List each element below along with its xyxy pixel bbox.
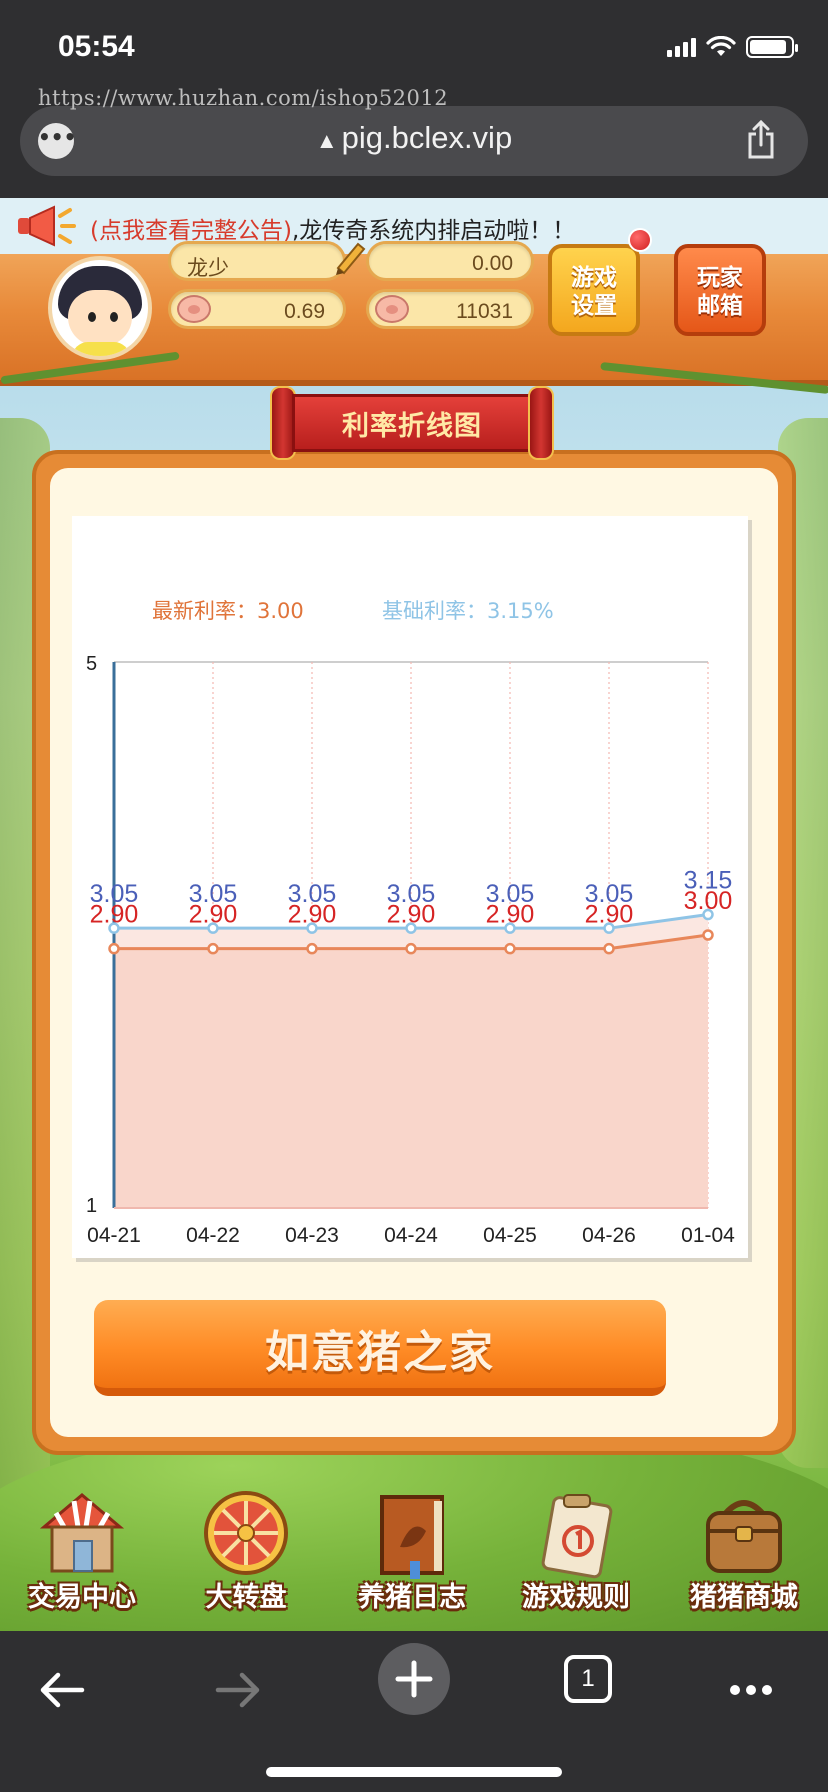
more-menu-icon[interactable] [716,1655,786,1725]
x-tick-label: 04-25 [483,1224,537,1247]
wifi-icon [706,36,736,56]
x-tick-label: 04-26 [582,1224,636,1247]
nav-trading-center-label: 交易中心 [28,1582,136,1613]
forward-icon[interactable] [202,1655,272,1725]
data-label: 3.00 [684,887,733,915]
tab-count: 1 [581,1665,595,1692]
url-text: pig.bclex.vip [341,120,513,155]
nav-game-rules-label: 游戏规则 [522,1582,630,1613]
game-settings-button[interactable]: 游戏 设置 [548,244,640,336]
wheel-icon [204,1491,288,1575]
shop-icon [39,1493,125,1573]
settings-label-line2: 设置 [571,293,617,319]
new-tab-button[interactable] [378,1643,450,1715]
y-tick-label: 5 [86,653,97,675]
status-icons [667,36,798,58]
nav-pig-mall-label: 猪猪商城 [690,1582,798,1613]
data-label: 2.90 [585,901,634,929]
data-point [108,942,120,955]
big-pig-field: 11031 [366,289,534,329]
avatar-eye [88,312,96,322]
data-point [702,929,714,941]
pig-face-icon [375,295,409,323]
data-point [405,942,417,955]
browser-toolbar: 1 [0,1631,828,1792]
panel-title: 利率折线图 [342,411,482,442]
data-label: 2.90 [387,901,436,929]
game-nav: 交易中心 大转盘 养猪日志 游戏规则 猪猪商城 [0,1483,828,1631]
y-tick-label: 1 [86,1195,97,1217]
x-tick-label: 04-23 [285,1224,339,1247]
status-bar: 05:54 [0,0,828,100]
balance-value: 0.00 [472,252,513,275]
small-pig-value: 0.69 [284,300,325,323]
avatar-face [68,290,132,346]
x-tick-label: 04-21 [87,1224,141,1247]
balance-field: 0.00 [366,241,534,281]
mail-label-line1: 玩家 [697,265,743,291]
legend-item: 基础利率：3.15% [382,599,554,623]
data-point [603,942,615,955]
x-tick-label: 04-24 [384,1224,438,1247]
notification-dot [628,228,652,252]
data-label: 2.90 [288,901,337,929]
edit-name-icon[interactable] [330,238,370,278]
plus-icon [395,1660,433,1698]
x-tick-label: 04-22 [186,1224,240,1247]
tabs-button[interactable]: 1 [564,1655,612,1703]
panel-title-banner: 利率折线图 [262,384,562,462]
data-label: 2.90 [189,901,238,929]
data-point [207,942,219,955]
megaphone-icon [18,205,76,247]
mail-label-line2: 邮箱 [697,293,743,319]
area-fill [114,935,708,1208]
data-point [504,942,516,955]
pig-icon [177,295,211,323]
status-time: 05:54 [58,30,135,63]
rate-line-chart: 最新利率：3.00 基础利率：3.15% 5 1 04-21 04-22 04-23 04-2… [72,516,748,1258]
ruyi-pig-home-button[interactable]: 如意猪之家 [94,1300,666,1396]
nav-trading-center[interactable]: 交易中心 [2,1483,162,1631]
back-icon[interactable] [28,1655,98,1725]
player-name-field: 龙少 [168,241,346,281]
battery-icon [746,36,798,58]
rules-icon [541,1494,613,1579]
url-field[interactable]: ▲ pig.bclex.vip [20,120,808,156]
watermark-text: https://www.huzhan.com/ishop52012 [38,86,449,110]
x-tick-label: 01-04 [681,1224,735,1247]
book-icon [380,1495,444,1579]
nav-lucky-wheel[interactable]: 大转盘 [166,1483,326,1631]
player-name: 龙少 [187,256,229,280]
avatar-eye [110,312,118,322]
ruyi-pig-home-label: 如意猪之家 [265,1327,495,1378]
data-label: 2.90 [486,901,535,929]
nav-game-rules[interactable]: 游戏规则 [496,1483,656,1631]
small-pig-field: 0.69 [168,289,346,329]
settings-label-line1: 游戏 [571,265,617,291]
data-label: 2.90 [90,901,139,929]
url-pill[interactable]: ••• ▲ pig.bclex.vip [20,106,808,176]
player-mail-button[interactable]: 玩家 邮箱 [674,244,766,336]
signal-icon [667,37,696,57]
nav-pig-journal-label: 养猪日志 [358,1582,466,1613]
big-pig-value: 11031 [456,300,513,323]
nav-pig-journal[interactable]: 养猪日志 [332,1483,492,1631]
bag-icon [706,1500,782,1573]
legend-item: 最新利率：3.00 [152,599,304,623]
game-view: (点我查看完整公告),龙传奇系统内排启动啦！！ 龙少 0.00 0.69 110… [0,198,828,1631]
nav-lucky-wheel-label: 大转盘 [205,1582,287,1613]
share-icon[interactable] [744,120,778,160]
data-point [306,942,318,955]
browser-address-bar: ••• ▲ pig.bclex.vip [0,100,828,198]
home-indicator [266,1767,562,1777]
nav-pig-mall[interactable]: 猪猪商城 [664,1483,824,1631]
avatar[interactable] [48,256,152,360]
vine-decoration [600,362,828,394]
lock-icon: ▲ [315,128,338,153]
chart-svg: 最新利率：3.00 基础利率：3.15% 5 1 04-21 04-22 04-23 04-2… [86,599,735,1247]
